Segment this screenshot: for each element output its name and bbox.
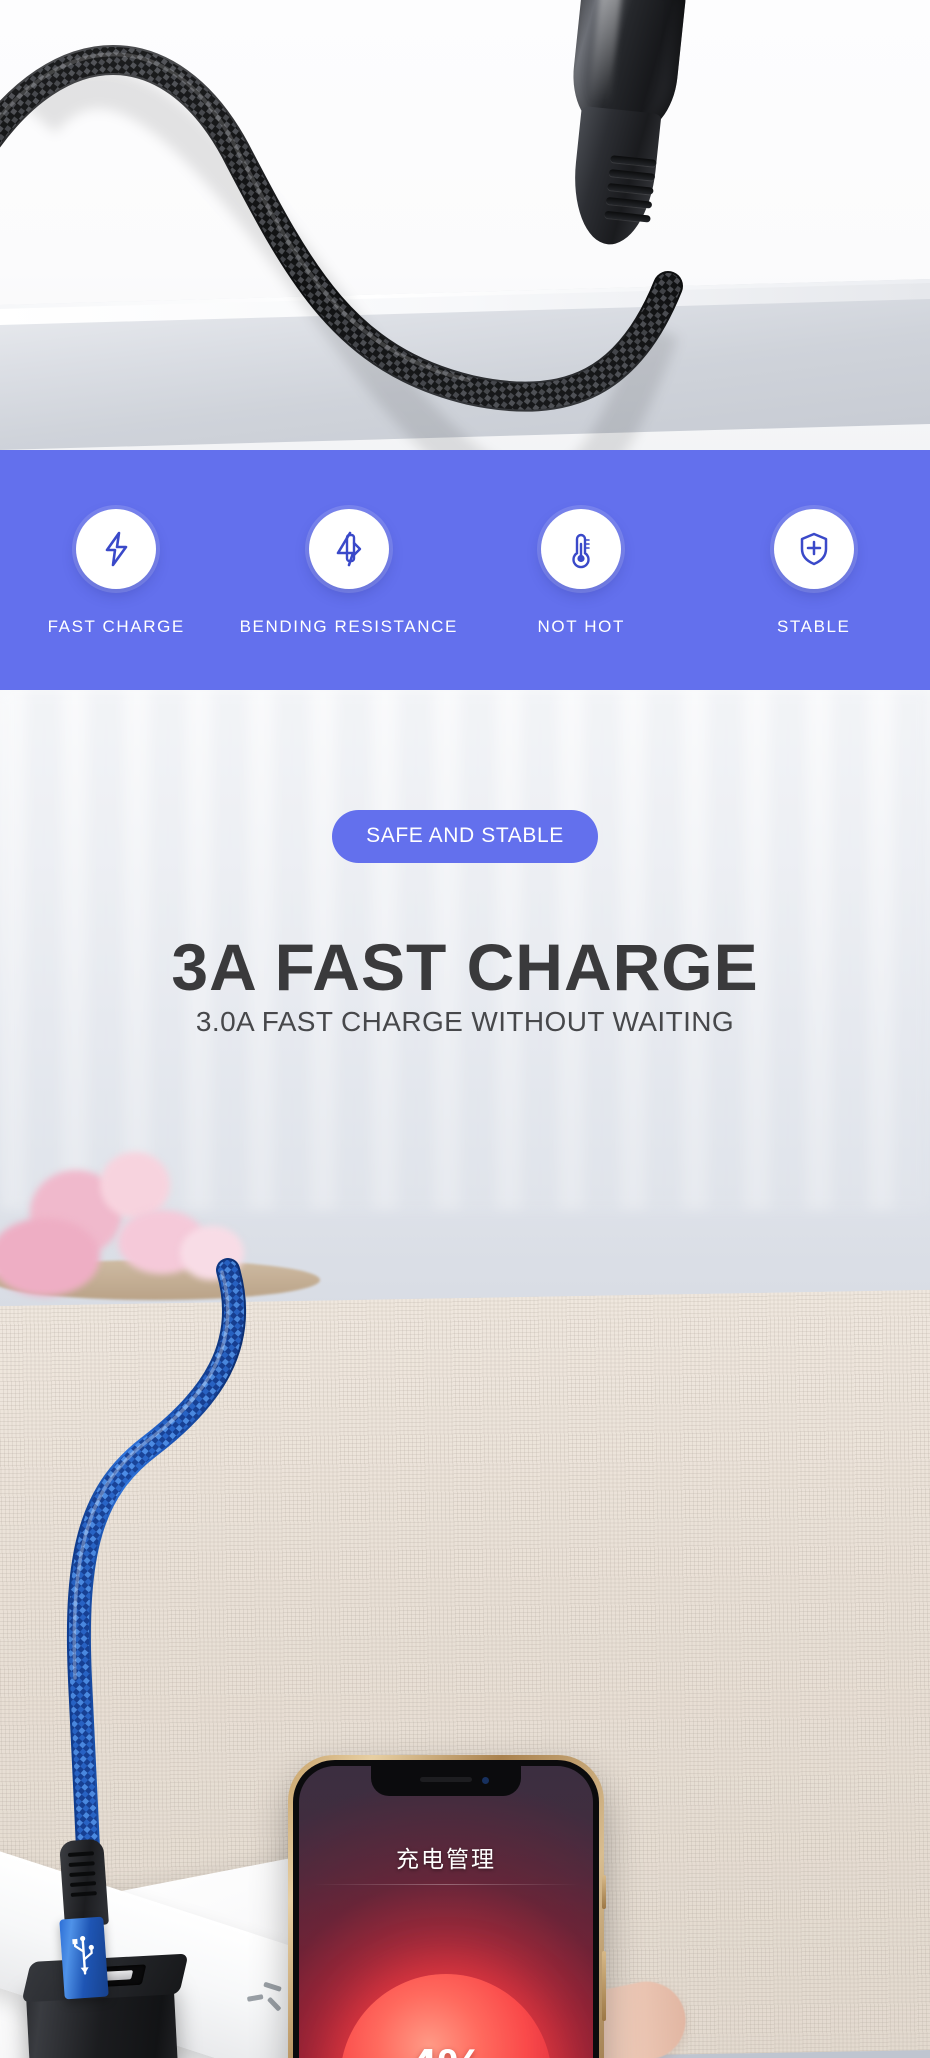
- usb-plug-strain-relief: [59, 1838, 109, 1928]
- feature-label: STABLE: [776, 617, 851, 636]
- status-badge: SAFE AND STABLE: [332, 810, 598, 863]
- feature-item-bending-resistance: BENDING RESISTANCE: [233, 509, 466, 637]
- boot-ridge: [67, 1851, 95, 1858]
- boot-ridge: [70, 1891, 97, 1897]
- page-title: 3A FAST CHARGE: [171, 930, 759, 1005]
- hero-cable-section: ZNP: [0, 0, 930, 450]
- usb-a-connector: [59, 1916, 109, 2000]
- phone-notch: [371, 1766, 521, 1796]
- front-camera-icon: [482, 1777, 489, 1784]
- shield-plus-icon: [794, 529, 834, 569]
- page-subtitle: 3.0A FAST CHARGE WITHOUT WAITING: [195, 1006, 735, 1037]
- screen-title: 充电管理: [396, 1846, 496, 1872]
- braided-cable-illustration: [0, 45, 683, 450]
- boot-ridge: [69, 1881, 97, 1887]
- grip-ridge: [607, 182, 654, 195]
- lightning-bolt-icon: [96, 529, 136, 569]
- feature-label: NOT HOT: [537, 617, 625, 636]
- smartphone: 充电管理 4% 当前电量 预计充电需要：1小时27分钟: [288, 1755, 606, 2058]
- earpiece-speaker: [420, 1777, 472, 1782]
- usb-trident-icon: [69, 1933, 98, 1984]
- feature-label: FAST CHARGE: [47, 617, 185, 636]
- boot-ridge: [69, 1871, 96, 1877]
- grip-ridge: [604, 210, 651, 223]
- feature-item-stable: STABLE: [698, 509, 930, 637]
- boot-ridge: [68, 1861, 95, 1868]
- feature-item-not-hot: NOT HOT: [465, 509, 698, 637]
- feature-icon-badge: [541, 509, 622, 589]
- grip-ridge: [608, 169, 656, 181]
- grip-ridge: [610, 155, 657, 167]
- hand-holding-phone: [559, 1958, 896, 2058]
- product-detail-page: ZNP FAST CHARGE: [0, 0, 930, 2058]
- phone-side-button[interactable]: [602, 1875, 606, 1909]
- feature-icon-badge: [76, 509, 157, 589]
- feature-icon-badge: [308, 509, 389, 589]
- bending-cable-icon: [329, 529, 369, 569]
- feature-icon-badge: [773, 509, 854, 589]
- grip-ridge: [605, 196, 653, 209]
- phone-power-button[interactable]: [602, 1951, 606, 2021]
- connector-strain-relief: [567, 105, 662, 249]
- battery-percent: 4%: [299, 2038, 593, 2058]
- brand-logo: ZNP: [628, 0, 685, 1]
- feature-highlights-bar: FAST CHARGE BENDING RESISTANCE NOT HOT S…: [0, 450, 930, 690]
- feature-item-fast-charge: FAST CHARGE: [0, 509, 233, 637]
- connector-gloss: [588, 0, 623, 107]
- flower-cluster: [100, 1152, 170, 1218]
- phone-screen[interactable]: 充电管理 4% 当前电量 预计充电需要：1小时27分钟: [299, 1766, 593, 2058]
- feature-label: BENDING RESISTANCE: [239, 617, 458, 636]
- thermometer-icon: [561, 529, 601, 569]
- badge-row: SAFE AND STABLE: [0, 810, 930, 863]
- fast-charge-scene: SAFE AND STABLE 3A FAST CHARGE 3.0A FAST…: [0, 690, 930, 2058]
- screen-divider: [313, 1884, 579, 1885]
